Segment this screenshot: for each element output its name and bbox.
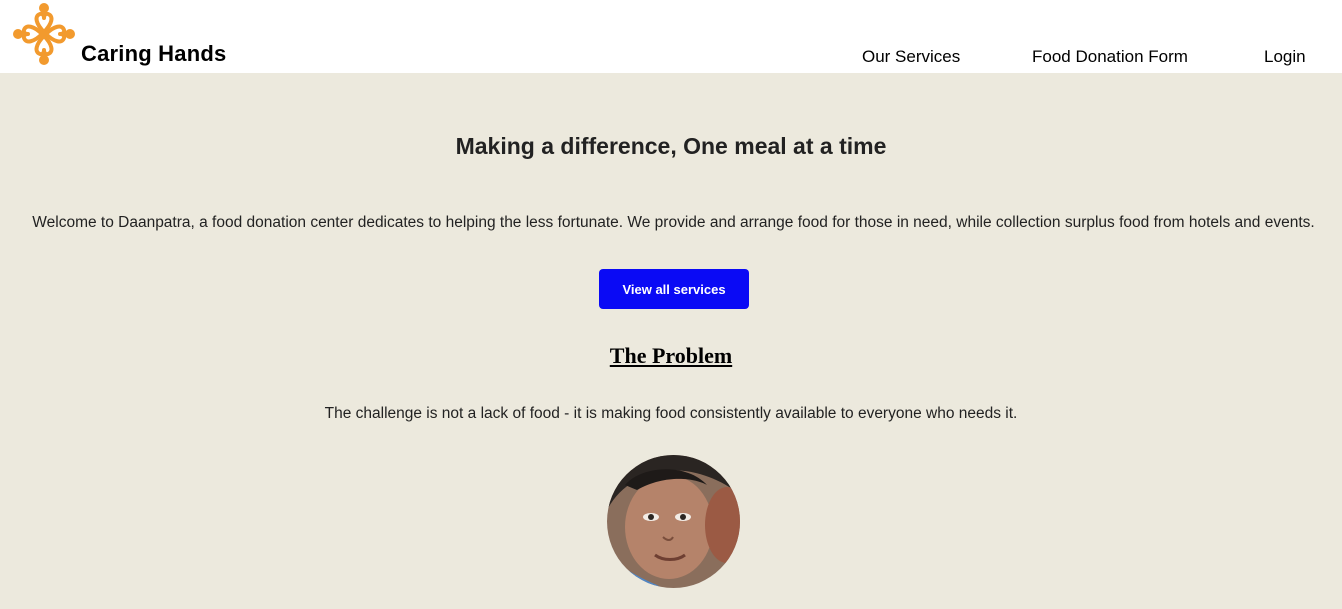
caring-hands-logo-icon[interactable] bbox=[12, 2, 76, 66]
problem-description: The challenge is not a lack of food - it… bbox=[324, 405, 1018, 422]
site-header: Caring Hands Our Services Food Donation … bbox=[0, 0, 1342, 73]
nav-our-services-link[interactable]: Our Services bbox=[862, 47, 960, 67]
problem-heading: The Problem bbox=[609, 343, 733, 368]
brand-name[interactable]: Caring Hands bbox=[81, 41, 226, 67]
nav-food-donation-form-link[interactable]: Food Donation Form bbox=[1032, 47, 1188, 67]
nav-login-link[interactable]: Login bbox=[1264, 47, 1306, 67]
view-all-services-button[interactable]: View all services bbox=[599, 269, 749, 309]
hero-title: Making a difference, One meal at a time bbox=[455, 133, 887, 159]
welcome-paragraph: Welcome to Daanpatra, a food donation ce… bbox=[32, 214, 1315, 231]
child-portrait-photo bbox=[607, 455, 740, 588]
